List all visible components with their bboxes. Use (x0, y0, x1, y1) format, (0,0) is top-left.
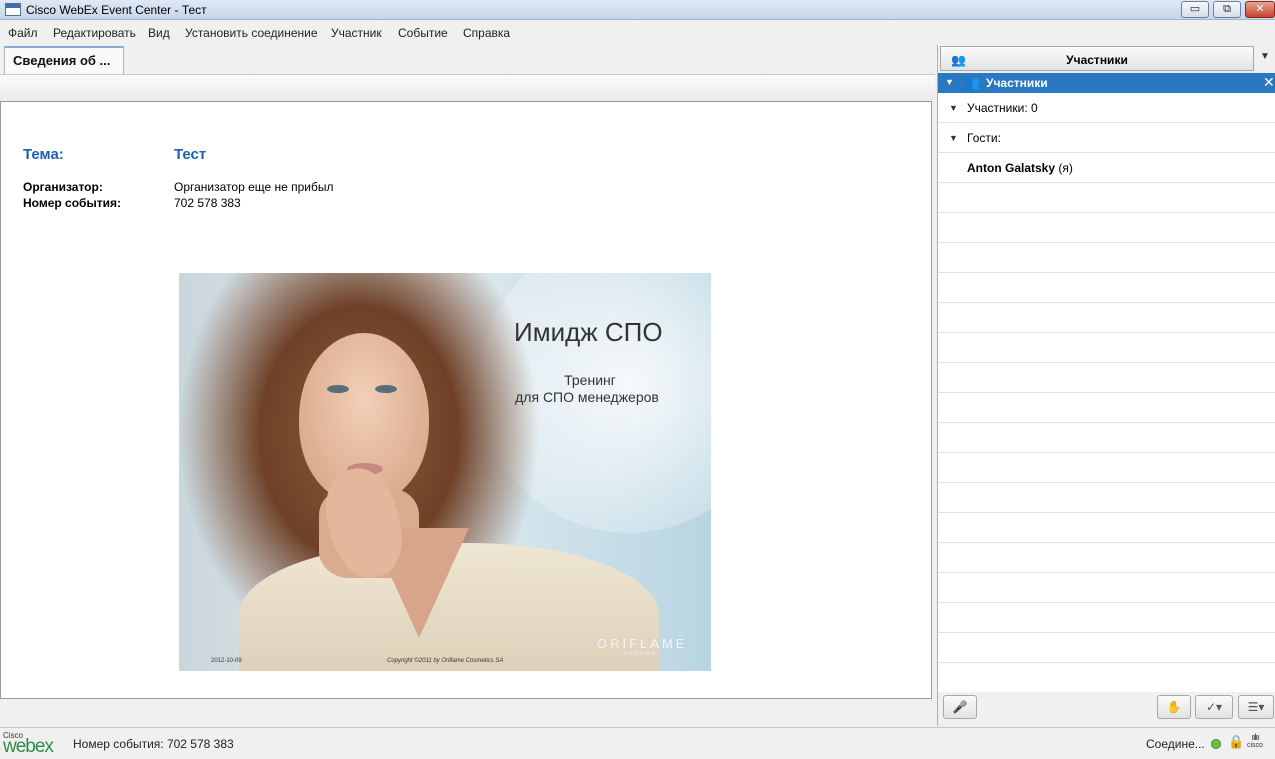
empty-row (938, 213, 1275, 243)
empty-row (938, 483, 1275, 513)
empty-row (938, 543, 1275, 573)
empty-row (938, 573, 1275, 603)
oriflame-logo-sub: SWEDEN (623, 651, 657, 657)
mic-icon: 🎤 (952, 700, 968, 714)
title-bar: Cisco WebEx Event Center - Тест ▭ ⧉ ✕ (0, 0, 1275, 20)
window-title: Cisco WebEx Event Center - Тест (26, 3, 207, 17)
tab-event-info[interactable]: Сведения об ... (4, 46, 124, 74)
expand-icon[interactable]: ▼ (949, 103, 958, 113)
close-window-button[interactable]: ✕ (1245, 1, 1275, 18)
connection-status-icon (1211, 739, 1221, 749)
status-bar: Cisco webex Номер события: 702 578 383 С… (0, 727, 1275, 759)
connection-status: Соедине... (1146, 737, 1205, 751)
slide-subtitle-1: Тренинг (564, 372, 616, 388)
list-icon: ☰▾ (1247, 700, 1265, 714)
empty-row (938, 183, 1275, 213)
menu-bar: Файл Редактировать Вид Установить соедин… (0, 21, 1275, 44)
empty-row (938, 333, 1275, 363)
cisco-logo-icon: ıılıı cisco (1247, 732, 1263, 749)
feedback-button[interactable]: ✓▾ (1195, 695, 1233, 719)
raise-hand-button[interactable]: ✋ (1157, 695, 1191, 719)
tab-toolbar (0, 74, 935, 102)
topic-label: Тема: (23, 146, 64, 163)
participant-name: Anton Galatsky (я) (967, 161, 1073, 175)
topic-value: Тест (174, 146, 207, 163)
participants-group-icon: 👥 (964, 75, 981, 90)
menu-file[interactable]: Файл (8, 26, 38, 40)
empty-row (938, 663, 1275, 693)
event-number-label: Номер события: (23, 196, 121, 210)
tab-strip: Сведения об ... (0, 44, 935, 74)
slide-copyright: Copyright ©2011 by Oriflame Cosmetics SA (387, 658, 504, 664)
organizer-value: Организатор еще не прибыл (174, 180, 334, 194)
participants-count: Участники: 0 (967, 101, 1038, 115)
participants-section-bar[interactable]: ▼ 👥 Участники ✕ (938, 73, 1275, 93)
empty-row (938, 273, 1275, 303)
event-info-panel: Тема: Тест Организатор: Организатор еще … (0, 101, 932, 699)
empty-row (938, 453, 1275, 483)
expand-icon[interactable]: ▼ (949, 133, 958, 143)
participants-icon: 👥 (951, 53, 966, 67)
participants-section-title: Участники (986, 76, 1048, 90)
collapse-icon[interactable]: ▼ (945, 77, 954, 87)
feedback-icon: ✓▾ (1205, 700, 1223, 714)
menu-edit[interactable]: Редактировать (53, 26, 136, 40)
hand-icon: ✋ (1166, 700, 1182, 714)
participants-list: ▼ 👥 Участники ✕ ▼ Участники: 0 ▼ Гости: … (937, 73, 1275, 693)
maximize-button[interactable]: ⧉ (1213, 1, 1241, 18)
oriflame-logo: ORIFLAME (597, 636, 688, 651)
minimize-button[interactable]: ▭ (1181, 1, 1209, 18)
lock-icon: 🔒 (1228, 734, 1245, 749)
slide-subtitle-2: для СПО менеджеров (515, 389, 659, 405)
presentation-slide: Имидж СПО Тренинг для СПО менеджеров ORI… (179, 273, 711, 671)
app-icon (5, 3, 21, 16)
participants-toolbar: 🎤 ✋ ✓▾ ☰▾ (937, 692, 1275, 726)
empty-row (938, 513, 1275, 543)
participants-count-row[interactable]: ▼ Участники: 0 (938, 93, 1275, 123)
slide-title: Имидж СПО (514, 317, 663, 347)
participants-panel-button[interactable]: 👥 Участники (940, 46, 1254, 71)
webex-logo: webex (3, 736, 54, 757)
empty-row (938, 633, 1275, 663)
mic-button[interactable]: 🎤 (943, 695, 977, 719)
event-number-value: 702 578 383 (174, 196, 241, 210)
empty-row (938, 303, 1275, 333)
empty-row (938, 603, 1275, 633)
guests-label: Гости: (967, 131, 1001, 145)
close-icon[interactable]: ✕ (1263, 74, 1275, 91)
slide-date: 2012-10-09 (211, 658, 242, 664)
empty-row (938, 423, 1275, 453)
participant-me-tag: (я) (1055, 161, 1073, 175)
left-bottom-strip (0, 700, 935, 726)
menu-event[interactable]: Событие (398, 26, 448, 40)
empty-row (938, 363, 1275, 393)
guests-row[interactable]: ▼ Гости: (938, 123, 1275, 153)
list-options-button[interactable]: ☰▾ (1238, 695, 1274, 719)
empty-row (938, 243, 1275, 273)
empty-row (938, 393, 1275, 423)
menu-help[interactable]: Справка (463, 26, 510, 40)
list-item[interactable]: Anton Galatsky (я) (938, 153, 1275, 183)
menu-participant[interactable]: Участник (331, 26, 382, 40)
menu-view[interactable]: Вид (148, 26, 170, 40)
menu-connect[interactable]: Установить соединение (185, 26, 318, 40)
participants-panel-title: Участники (1066, 53, 1128, 67)
organizer-label: Организатор: (23, 180, 103, 194)
status-event-number: Номер события: 702 578 383 (73, 737, 234, 751)
participants-panel-header: 👥 Участники ▼ (937, 45, 1275, 73)
chevron-down-icon[interactable]: ▼ (1260, 51, 1270, 62)
